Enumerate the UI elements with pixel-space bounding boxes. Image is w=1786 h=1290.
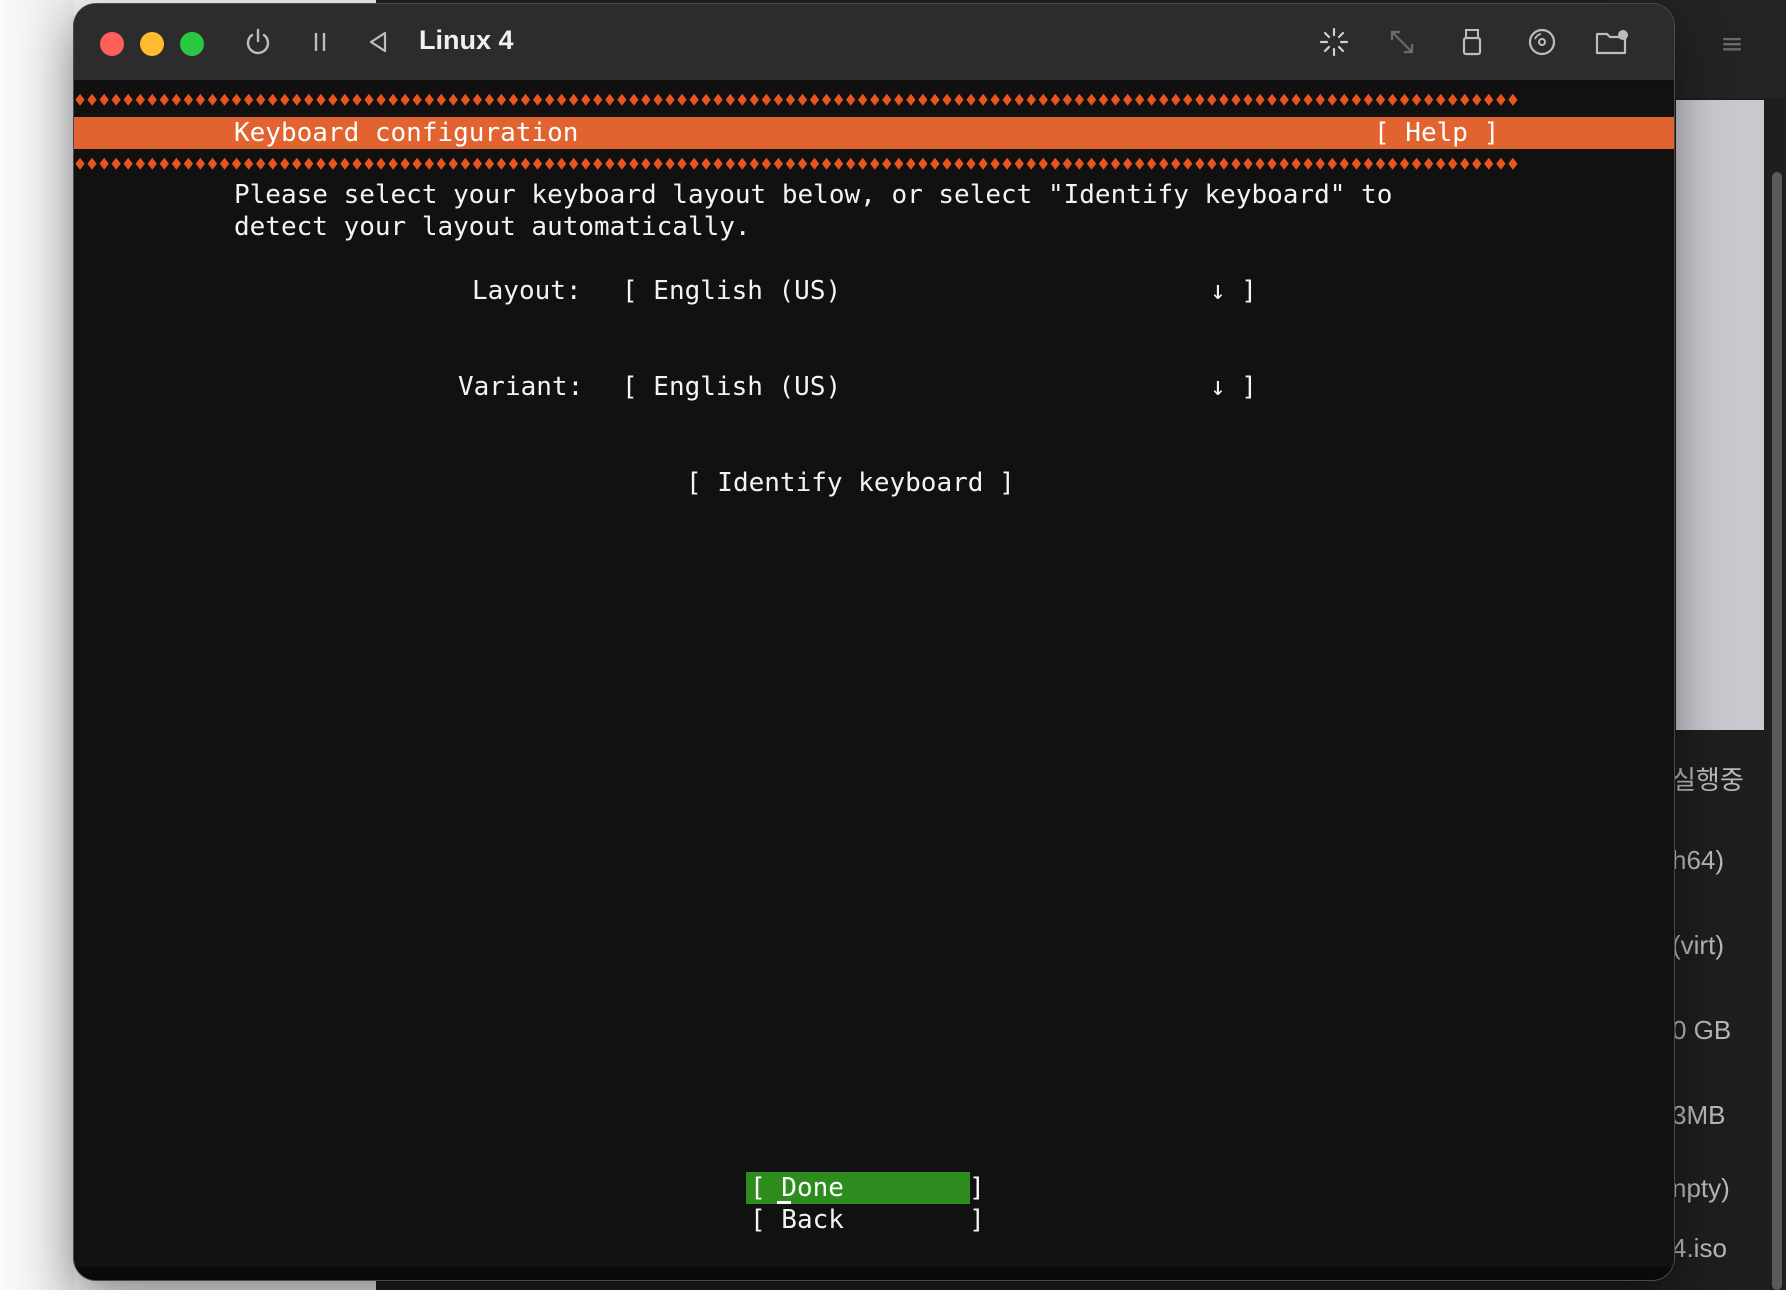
intro-text-line-2: detect your layout automatically.	[234, 212, 751, 242]
spinner-icon[interactable]	[1316, 24, 1352, 60]
help-button[interactable]: [ Help ]	[1374, 117, 1499, 149]
info-disk: 0 GB	[1672, 1015, 1732, 1045]
minimize-window-button[interactable]	[140, 32, 164, 56]
resize-icon[interactable]	[1384, 24, 1420, 60]
info-memory: 3MB	[1672, 1100, 1726, 1130]
info-drive: npty)	[1672, 1173, 1730, 1203]
layout-value: [ English (US)	[622, 276, 842, 306]
info-iso: 4.iso	[1672, 1233, 1727, 1263]
chevron-down-icon: ↓ ]	[1210, 276, 1257, 306]
pause-icon[interactable]	[302, 24, 338, 60]
back-button[interactable]: [ Back ]	[750, 1204, 985, 1236]
desktop-background	[0, 0, 74, 1290]
info-virt: (virt)	[1672, 930, 1724, 960]
vm-window: Linux 4 ♦♦♦♦♦♦♦♦♦♦♦♦♦♦♦♦♦♦♦♦♦♦♦♦♦♦♦♦♦♦♦♦…	[74, 4, 1674, 1280]
zoom-window-button[interactable]	[180, 32, 204, 56]
usb-icon[interactable]	[1454, 24, 1490, 60]
installer-header-bar: Keyboard configuration [ Help ]	[74, 117, 1674, 149]
done-button[interactable]: [ Done ]	[750, 1172, 985, 1204]
background-app-info-list: 실행중 h64) (virt) 0 GB 3MB npty) 4.iso	[1672, 0, 1786, 1290]
close-window-button[interactable]	[100, 32, 124, 56]
variant-label: Variant:	[458, 372, 584, 402]
layout-label: Layout:	[472, 276, 582, 306]
info-arch: h64)	[1672, 845, 1725, 875]
back-icon[interactable]	[360, 24, 396, 60]
intro-text-line-1: Please select your keyboard layout below…	[234, 180, 1393, 210]
chevron-down-icon: ↓ ]	[1210, 372, 1257, 402]
identify-keyboard-button[interactable]: [ Identify keyboard ]	[686, 467, 1015, 499]
shared-folder-icon[interactable]	[1594, 24, 1630, 60]
power-icon[interactable]	[240, 24, 276, 60]
vm-bottom-edge	[74, 1267, 1674, 1280]
installer-screen: ♦♦♦♦♦♦♦♦♦♦♦♦♦♦♦♦♦♦♦♦♦♦♦♦♦♦♦♦♦♦♦♦♦♦♦♦♦♦♦♦…	[74, 81, 1674, 1267]
disc-icon[interactable]	[1524, 24, 1560, 60]
page-title: Keyboard configuration	[234, 118, 579, 148]
info-status: 실행중	[1672, 765, 1744, 795]
bottom-decorative-border: ♦♦♦♦♦♦♦♦♦♦♦♦♦♦♦♦♦♦♦♦♦♦♦♦♦♦♦♦♦♦♦♦♦♦♦♦♦♦♦♦…	[74, 152, 1519, 176]
vm-title: Linux 4	[419, 25, 514, 55]
vm-titlebar: Linux 4	[74, 4, 1674, 81]
variant-value: [ English (US)	[622, 372, 842, 402]
top-decorative-border: ♦♦♦♦♦♦♦♦♦♦♦♦♦♦♦♦♦♦♦♦♦♦♦♦♦♦♦♦♦♦♦♦♦♦♦♦♦♦♦♦…	[74, 88, 1519, 112]
